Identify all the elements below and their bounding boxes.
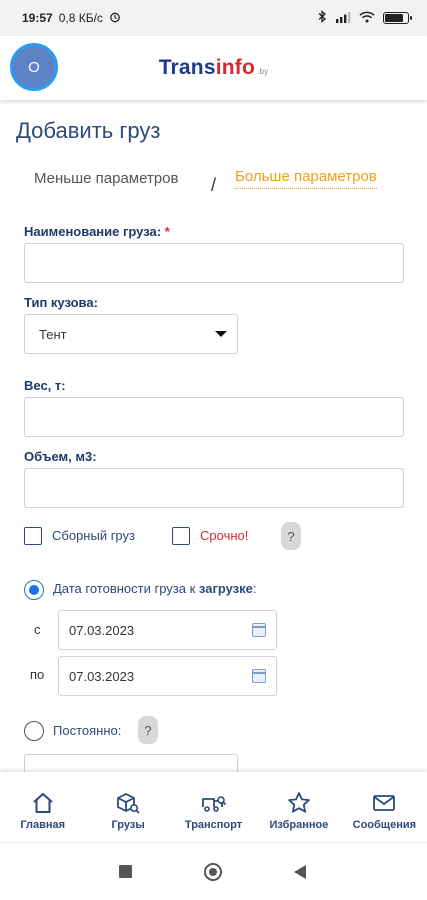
network-speed: 0,8 КБ/с bbox=[58, 11, 103, 25]
body-type-label: Тип кузова: bbox=[24, 295, 98, 310]
body-type-value: Тент bbox=[39, 326, 67, 342]
nav-label-messages: Сообщения bbox=[352, 819, 417, 831]
mail-icon bbox=[373, 795, 396, 811]
cargo-name-input[interactable] bbox=[24, 243, 404, 283]
more-parameters-link[interactable]: Больше параметров bbox=[235, 168, 377, 189]
date-from-input[interactable]: 07.03.2023 bbox=[58, 610, 277, 650]
cargo-name-label-text: Наименование груза: bbox=[24, 224, 162, 239]
battery-icon bbox=[383, 12, 412, 24]
truck-search-icon bbox=[201, 796, 226, 812]
signal-icon bbox=[335, 11, 351, 26]
battery-level bbox=[385, 14, 403, 22]
bluetooth-icon bbox=[318, 10, 327, 26]
volume-label: Объем, м3: bbox=[24, 449, 97, 464]
page-title: Добавить груз bbox=[16, 118, 161, 143]
star-icon bbox=[288, 792, 310, 813]
nav-label-cargo: Грузы bbox=[111, 819, 145, 831]
weight-label: Вес, т: bbox=[24, 378, 66, 393]
combined-cargo-label[interactable]: Сборный груз bbox=[52, 528, 135, 543]
nav-label-home: Главная bbox=[20, 819, 66, 831]
avatar[interactable]: О bbox=[10, 43, 58, 91]
volume-input[interactable] bbox=[24, 468, 404, 508]
date-to-input[interactable]: 07.03.2023 bbox=[58, 656, 277, 696]
nav-item-favorites[interactable]: Избранное bbox=[256, 772, 341, 842]
permanent-help-button[interactable]: ? bbox=[138, 716, 158, 744]
logo-main: Trans bbox=[158, 56, 216, 79]
less-parameters-link[interactable]: Меньше параметров bbox=[34, 170, 178, 187]
alarm-icon bbox=[109, 11, 121, 26]
calendar-icon[interactable] bbox=[252, 669, 266, 683]
circle-home-icon[interactable] bbox=[204, 863, 222, 881]
cargo-search-icon bbox=[117, 793, 140, 814]
cargo-name-label: Наименование груза: * bbox=[24, 224, 170, 239]
home-icon bbox=[33, 793, 53, 813]
nav-label-favorites: Избранное bbox=[269, 819, 329, 831]
dropdown-caret-icon bbox=[215, 331, 227, 337]
nav-item-messages[interactable]: Сообщения bbox=[342, 772, 427, 842]
nav-item-home[interactable]: Главная bbox=[0, 772, 85, 842]
permanent-radio[interactable] bbox=[24, 721, 44, 741]
ready-date-label-suffix: : bbox=[252, 581, 257, 596]
date-from-value: 07.03.2023 bbox=[69, 622, 135, 638]
options-help-button[interactable]: ? bbox=[281, 522, 301, 550]
date-to-value: 07.03.2023 bbox=[69, 668, 135, 684]
urgent-label[interactable]: Срочно! bbox=[200, 528, 248, 543]
ready-date-label-bold: загрузке bbox=[198, 581, 253, 596]
status-time: 19:57 bbox=[22, 11, 53, 25]
transinfo-logo[interactable]: Transinfo .by bbox=[159, 56, 269, 80]
square-icon[interactable] bbox=[119, 865, 132, 878]
calendar-icon[interactable] bbox=[252, 623, 266, 637]
weight-input[interactable] bbox=[24, 397, 404, 437]
system-nav-bar bbox=[0, 842, 427, 900]
ready-date-label[interactable]: Дата готовности груза к загрузке: bbox=[53, 581, 257, 596]
app-header: О Transinfo .by bbox=[0, 36, 427, 100]
permanent-label[interactable]: Постоянно: bbox=[53, 723, 121, 738]
body-type-select[interactable]: Тент bbox=[24, 314, 238, 354]
cargo-options-row: Сборный груз Срочно! ? bbox=[24, 522, 324, 550]
combined-cargo-checkbox[interactable] bbox=[24, 527, 42, 545]
urgent-checkbox[interactable] bbox=[172, 527, 190, 545]
back-triangle-icon[interactable] bbox=[294, 865, 306, 879]
date-from-prefix: с bbox=[34, 622, 41, 637]
nav-label-transport: Транспорт bbox=[184, 819, 243, 831]
mode-separator: / bbox=[211, 175, 217, 195]
ready-date-radio[interactable] bbox=[24, 580, 44, 600]
bottom-nav: Главная Грузы Транспорт Избранное Сообще… bbox=[0, 772, 427, 842]
nav-item-cargo[interactable]: Грузы bbox=[85, 772, 170, 842]
nav-item-transport[interactable]: Транспорт bbox=[171, 772, 256, 842]
date-to-prefix: по bbox=[30, 667, 45, 682]
status-bar: 19:57 0,8 КБ/с bbox=[0, 0, 427, 36]
ready-date-label-prefix: Дата готовности груза к bbox=[53, 581, 199, 596]
logo-accent: info bbox=[215, 56, 256, 79]
wifi-icon bbox=[359, 11, 375, 26]
required-mark: * bbox=[164, 224, 170, 239]
logo-tld: .by bbox=[257, 67, 269, 76]
